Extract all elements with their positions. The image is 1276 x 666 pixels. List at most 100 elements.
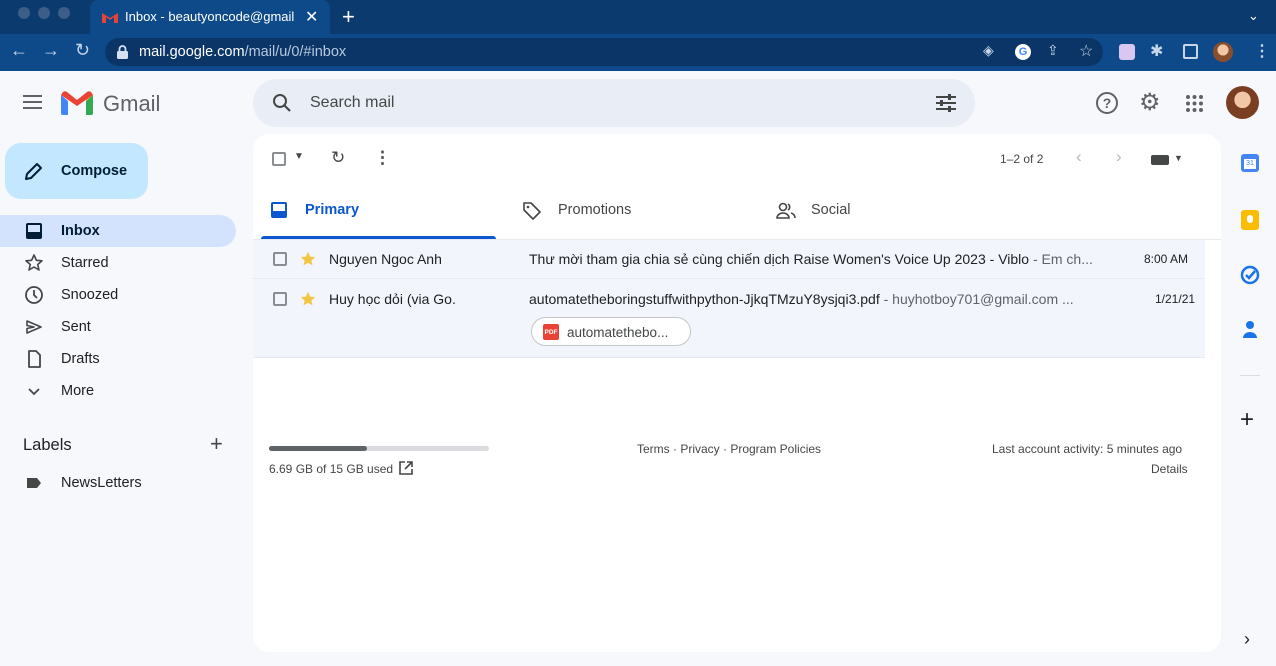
contacts-icon[interactable]: [1242, 320, 1258, 338]
tab-search-chevron-icon[interactable]: ⌄: [1248, 8, 1259, 24]
search-bar[interactable]: Search mail: [253, 79, 975, 127]
apps-grid-icon[interactable]: [1186, 95, 1203, 112]
calendar-icon[interactable]: 31: [1241, 154, 1259, 172]
previous-page-icon[interactable]: ‹: [1076, 147, 1082, 167]
tab-close-icon[interactable]: ✕: [305, 7, 318, 27]
new-tab-icon[interactable]: +: [342, 4, 355, 30]
address-bar[interactable]: mail.google.com/mail/u/0/#inbox ◈ G ⇪ ☆: [105, 38, 1103, 66]
star-icon: [25, 254, 43, 271]
show-side-panel-icon[interactable]: ›: [1244, 629, 1250, 650]
sidebar-item-sent[interactable]: Sent: [0, 311, 236, 343]
search-input[interactable]: Search mail: [310, 94, 394, 112]
email-sender: Huy học dỏi (via Go.: [329, 291, 456, 307]
share-icon[interactable]: ⇪: [1047, 42, 1059, 59]
email-checkbox[interactable]: [273, 292, 287, 306]
inbox-tab-icon: [271, 202, 287, 218]
extension-icon[interactable]: [1119, 44, 1135, 60]
external-link-icon[interactable]: [399, 461, 413, 475]
profile-avatar-small[interactable]: [1213, 42, 1233, 62]
back-icon[interactable]: ←: [10, 40, 28, 61]
bookmark-star-icon[interactable]: ☆: [1079, 41, 1093, 61]
tab-promotions[interactable]: Promotions: [514, 186, 754, 239]
sidebar-item-snoozed[interactable]: Snoozed: [0, 279, 236, 311]
email-sender: Nguyen Ngoc Anh: [329, 251, 442, 267]
browser-menu-icon[interactable]: ⋮: [1254, 41, 1270, 61]
window-minimize-button[interactable]: [38, 7, 50, 19]
storage-bar-fill: [269, 446, 368, 451]
side-panel-icon[interactable]: [1183, 44, 1198, 59]
forward-icon[interactable]: →: [42, 40, 60, 61]
last-activity-text: Last account activity: 5 minutes ago: [992, 442, 1183, 456]
tab-title: Inbox - beautyoncode@gmail.c: [125, 9, 295, 24]
email-time: 1/21/21: [1155, 292, 1196, 306]
email-row[interactable]: Huy học dỏi (via Go. automatetheboringst…: [253, 279, 1205, 358]
main-menu-icon[interactable]: [23, 95, 42, 109]
reload-icon[interactable]: ↻: [75, 40, 90, 61]
tab-label: Promotions: [558, 202, 632, 218]
inbox-icon: [26, 223, 42, 239]
compose-button[interactable]: Compose: [5, 143, 148, 199]
side-panel-divider: [1240, 375, 1260, 376]
help-icon[interactable]: ?: [1096, 92, 1118, 114]
email-subject: automatetheboringstuffwithpython-JjkqTMz…: [529, 291, 880, 307]
star-toggle-icon[interactable]: [300, 251, 316, 267]
tasks-icon[interactable]: [1240, 265, 1260, 285]
browser-tab[interactable]: Inbox - beautyoncode@gmail.c ✕: [90, 0, 330, 34]
input-tools-keyboard-icon[interactable]: [1151, 155, 1169, 165]
clock-icon: [25, 286, 43, 304]
email-preview: Thư mời tham gia chia sẻ cùng chiến dịch…: [529, 251, 1099, 267]
storage-bar: [269, 446, 489, 451]
tab-primary[interactable]: Primary: [261, 186, 496, 239]
email-checkbox[interactable]: [273, 252, 287, 266]
window-zoom-button[interactable]: [58, 7, 70, 19]
keep-icon[interactable]: [1241, 210, 1259, 230]
tab-social[interactable]: Social: [767, 186, 1007, 239]
compose-label: Compose: [61, 163, 128, 179]
refresh-icon[interactable]: ↻: [331, 148, 345, 168]
settings-gear-icon[interactable]: ⚙: [1139, 88, 1161, 117]
sidebar-item-more[interactable]: More: [0, 375, 236, 407]
attachment-chip[interactable]: PDF automatethebo...: [531, 317, 691, 346]
details-link[interactable]: Details: [1151, 462, 1188, 476]
gmail-favicon-icon: [102, 13, 118, 23]
sidebar-item-drafts[interactable]: Drafts: [0, 343, 236, 375]
sidebar-item-label: Drafts: [61, 351, 100, 367]
account-avatar[interactable]: [1226, 86, 1259, 119]
select-dropdown-icon[interactable]: ▼: [294, 151, 304, 162]
tab-label: Social: [811, 202, 851, 218]
add-label-icon[interactable]: +: [210, 431, 223, 457]
url-host: mail.google.com: [139, 44, 245, 60]
url-path: /mail/u/0/#inbox: [244, 44, 347, 60]
email-row[interactable]: Nguyen Ngoc Anh Thư mời tham gia chia sẻ…: [253, 240, 1205, 279]
get-addons-icon[interactable]: +: [1240, 406, 1254, 434]
next-page-icon[interactable]: ›: [1116, 147, 1122, 167]
window-close-button[interactable]: [18, 7, 30, 19]
label-tag-icon: [27, 478, 41, 488]
footer-links[interactable]: Terms · Privacy · Program Policies: [637, 442, 821, 456]
sidebar-item-label: More: [61, 383, 95, 399]
storage-text: 6.69 GB of 15 GB used: [269, 462, 394, 476]
sidebar-item-starred[interactable]: Starred: [0, 247, 236, 279]
pagination-text: 1–2 of 2: [1000, 152, 1044, 166]
input-tools-dropdown-icon[interactable]: ▼: [1174, 153, 1183, 163]
sidebar-item-label: Inbox: [61, 223, 100, 239]
search-icon[interactable]: [272, 93, 292, 113]
tag-icon: [523, 202, 541, 220]
people-icon: [776, 202, 796, 219]
sidebar-label-newsletters[interactable]: NewsLetters: [0, 467, 236, 499]
pencil-icon: [25, 163, 42, 180]
tab-label: Primary: [305, 202, 360, 218]
more-options-icon[interactable]: ⋮: [374, 148, 391, 168]
google-lens-icon[interactable]: G: [1015, 44, 1031, 60]
extensions-puzzle-icon[interactable]: ✱: [1150, 41, 1163, 61]
star-toggle-icon[interactable]: [300, 291, 316, 307]
app-name: Gmail: [103, 91, 161, 116]
attachment-name: automatethebo...: [567, 325, 669, 340]
select-all-checkbox[interactable]: [272, 152, 286, 166]
sidebar-item-label: NewsLetters: [61, 475, 142, 491]
search-options-icon[interactable]: [936, 94, 956, 112]
share-screen-icon[interactable]: ◈: [983, 42, 994, 59]
sidebar-item-inbox[interactable]: Inbox: [0, 215, 236, 247]
gmail-logo-icon: [61, 91, 93, 115]
email-time: 8:00 AM: [1144, 252, 1189, 266]
